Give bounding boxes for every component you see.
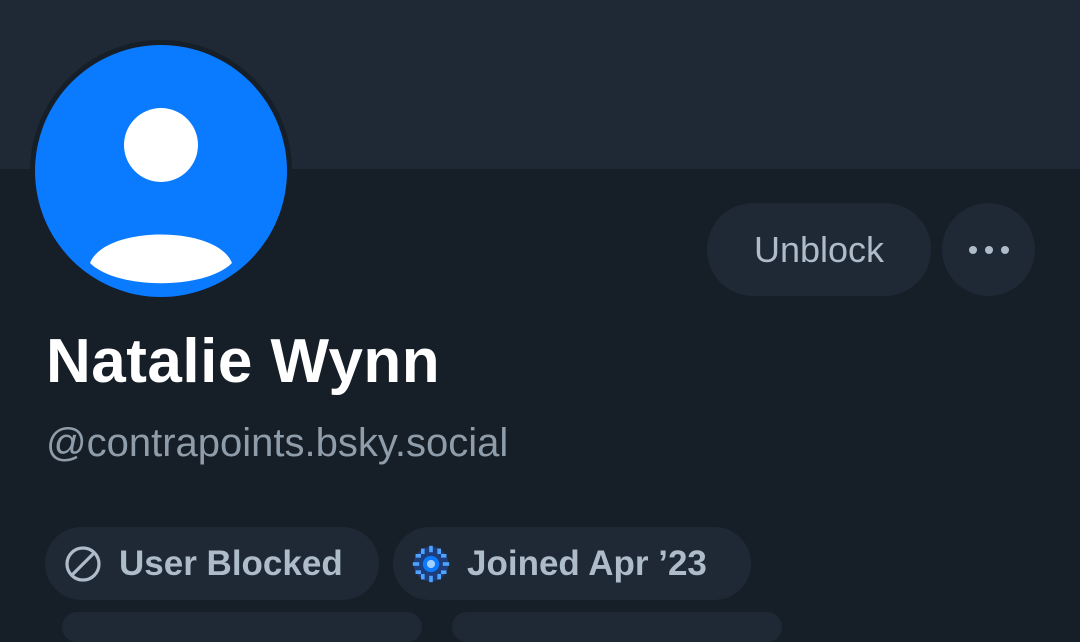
new-user-badge-icon xyxy=(411,544,451,584)
joined-date-badge: Joined Apr ’23 xyxy=(393,527,751,600)
avatar[interactable] xyxy=(30,40,292,302)
user-blocked-label: User Blocked xyxy=(119,543,343,583)
user-handle: @contrapoints.bsky.social xyxy=(46,421,509,465)
followers-pill[interactable] xyxy=(62,612,422,642)
display-name: Natalie Wynn xyxy=(46,327,441,396)
user-blocked-badge: User Blocked xyxy=(45,527,379,600)
more-options-button[interactable] xyxy=(942,203,1035,296)
following-pill[interactable] xyxy=(452,612,782,642)
blocked-circle-icon xyxy=(63,544,103,584)
default-user-avatar-icon xyxy=(35,45,287,297)
unblock-button[interactable]: Unblock xyxy=(707,203,931,296)
ellipsis-icon xyxy=(965,245,1013,254)
joined-date-label: Joined Apr ’23 xyxy=(467,543,707,583)
